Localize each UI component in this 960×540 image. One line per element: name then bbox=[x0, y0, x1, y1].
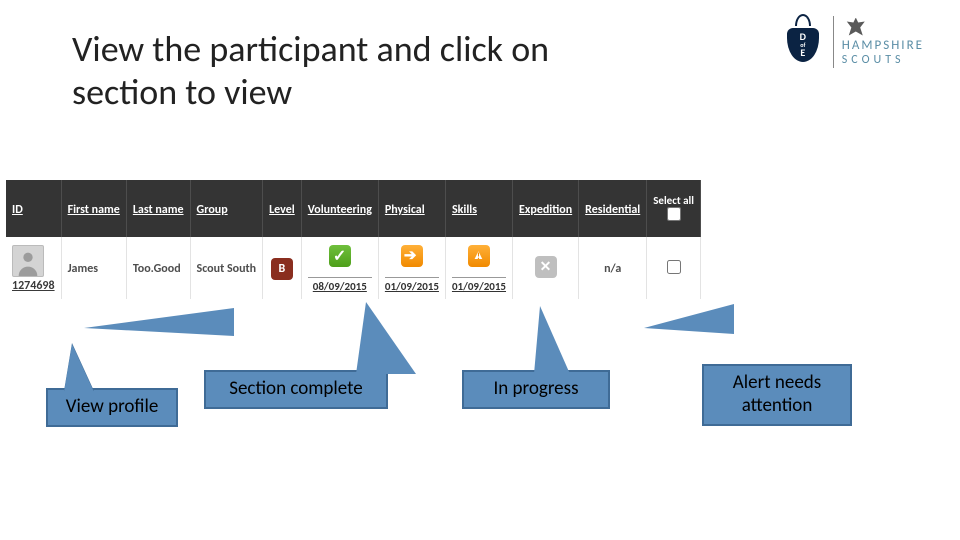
volunteering-date: 08/09/2015 bbox=[308, 277, 372, 293]
slide-title: View the participant and click on sectio… bbox=[72, 28, 632, 114]
table-row: 1274698 James Too.Good Scout South B 08/… bbox=[6, 237, 700, 299]
cell-physical[interactable]: 01/09/2015 bbox=[378, 237, 445, 299]
cell-volunteering[interactable]: 08/09/2015 bbox=[301, 237, 378, 299]
table-header-row: ID First name Last name Group Level Volu… bbox=[6, 180, 700, 237]
select-all-checkbox[interactable] bbox=[667, 207, 681, 221]
callout-view-profile: View profile bbox=[46, 388, 178, 427]
callout-label: Alert needs attention bbox=[733, 371, 821, 417]
cell-level[interactable]: B bbox=[263, 237, 302, 299]
callout-alert: Alert needs attention bbox=[702, 364, 852, 426]
col-volunteering[interactable]: Volunteering bbox=[301, 180, 378, 237]
fleur-icon bbox=[846, 18, 866, 38]
logo-divider bbox=[833, 16, 834, 68]
dofe-logo: D of E bbox=[781, 14, 825, 70]
avatar-icon[interactable] bbox=[12, 245, 44, 277]
in-progress-icon bbox=[401, 245, 423, 267]
cell-id: 1274698 bbox=[6, 237, 61, 299]
not-started-icon bbox=[535, 256, 557, 278]
cell-select bbox=[647, 237, 701, 299]
callout-label: Section complete bbox=[229, 377, 362, 400]
scouts-text-top: HAMPSHIRE bbox=[842, 38, 924, 53]
col-select-all: Select all bbox=[647, 180, 701, 237]
callout-in-progress: In progress bbox=[462, 370, 610, 409]
participant-table: ID First name Last name Group Level Volu… bbox=[6, 180, 701, 299]
row-select-checkbox[interactable] bbox=[667, 260, 681, 274]
skills-date: 01/09/2015 bbox=[452, 277, 506, 293]
callout-label: View profile bbox=[66, 395, 159, 418]
callout-section-complete: Section complete bbox=[204, 370, 388, 409]
col-last-name[interactable]: Last name bbox=[126, 180, 190, 237]
physical-date: 01/09/2015 bbox=[385, 277, 439, 293]
callout-label: In progress bbox=[493, 377, 578, 400]
col-skills[interactable]: Skills bbox=[445, 180, 512, 237]
col-id[interactable]: ID bbox=[6, 180, 61, 237]
cell-last-name: Too.Good bbox=[126, 237, 190, 299]
dofe-e: E bbox=[800, 48, 805, 58]
participant-id-link[interactable]: 1274698 bbox=[12, 279, 55, 293]
cell-first-name: James bbox=[61, 237, 126, 299]
cell-expedition[interactable] bbox=[513, 237, 579, 299]
col-first-name[interactable]: First name bbox=[61, 180, 126, 237]
col-expedition[interactable]: Expedition bbox=[513, 180, 579, 237]
cell-skills[interactable]: 01/09/2015 bbox=[445, 237, 512, 299]
cell-residential: n/a bbox=[579, 237, 647, 299]
col-residential[interactable]: Residential bbox=[579, 180, 647, 237]
cell-group: Scout South bbox=[190, 237, 263, 299]
scouts-logo: HAMPSHIRE SCOUTS bbox=[842, 18, 924, 67]
check-icon bbox=[329, 245, 351, 267]
col-group[interactable]: Group bbox=[190, 180, 263, 237]
col-level[interactable]: Level bbox=[263, 180, 302, 237]
col-physical[interactable]: Physical bbox=[378, 180, 445, 237]
alert-icon bbox=[468, 245, 490, 267]
logo-area: D of E HAMPSHIRE SCOUTS bbox=[781, 14, 924, 70]
level-badge-icon: B bbox=[271, 258, 293, 280]
scouts-text-bot: SCOUTS bbox=[842, 53, 905, 67]
